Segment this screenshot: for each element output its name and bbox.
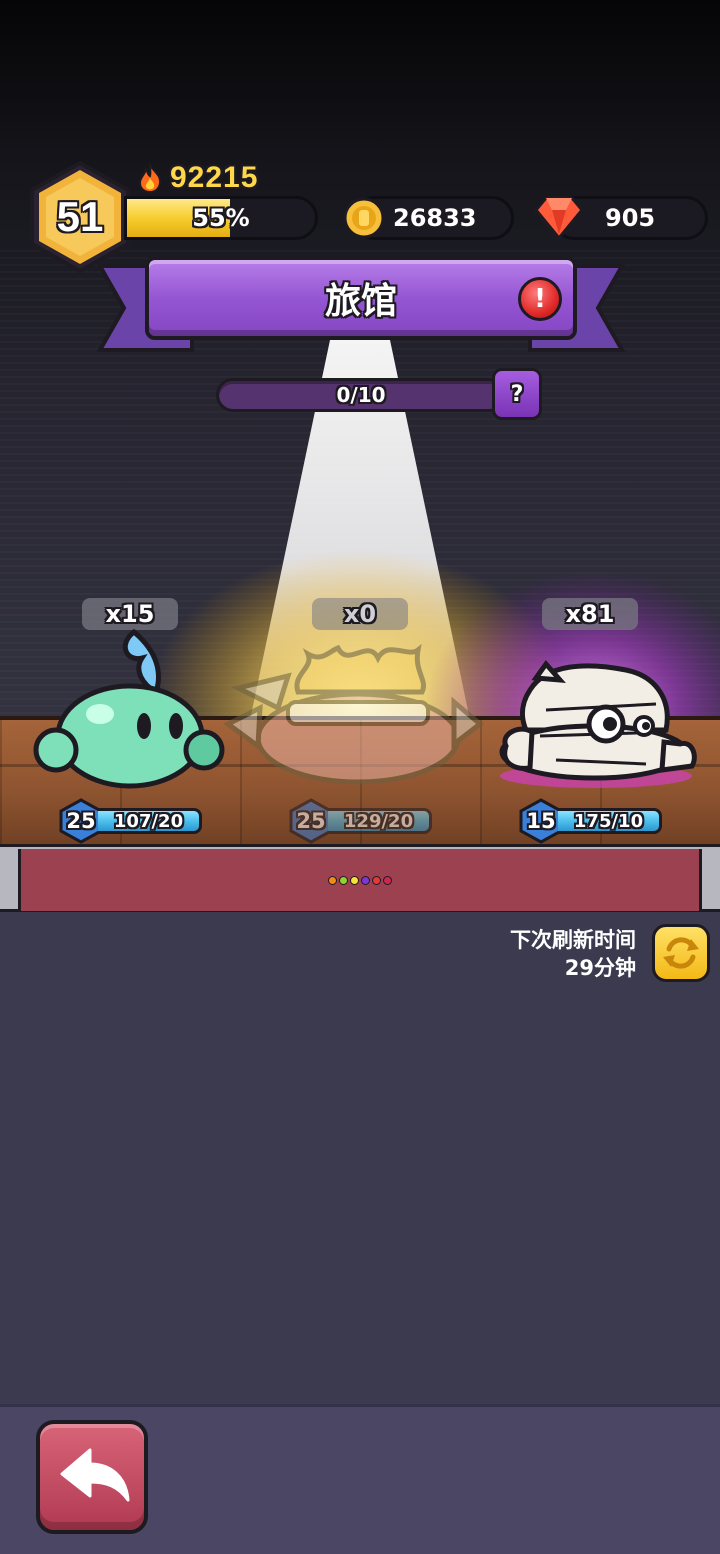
locked-monster[interactable]	[218, 628, 488, 788]
carousel-dots	[328, 876, 392, 885]
monster-stat-value-2: 129/20	[328, 808, 432, 834]
monster-stat-value-1: 107/20	[98, 808, 202, 834]
title-banner: 旅馆	[145, 256, 577, 340]
carousel-dot[interactable]	[361, 876, 370, 885]
xp-progress-bar: 55%	[124, 196, 318, 240]
monster-stat-3: 15 175/10	[518, 798, 664, 844]
alert-button[interactable]: !	[518, 277, 562, 321]
monster-stat-value-3: 175/10	[558, 808, 662, 834]
player-level-badge[interactable]: 51	[28, 160, 132, 274]
refresh-timer: 下次刷新时间 29分钟	[510, 926, 636, 982]
carousel-dot[interactable]	[383, 876, 392, 885]
monster-count-2: x0	[312, 598, 408, 630]
monster-count-3: x81	[542, 598, 638, 630]
power-display: 92215	[136, 160, 258, 196]
help-button[interactable]: ?	[492, 368, 542, 420]
refresh-button[interactable]	[652, 924, 710, 982]
xp-percent-label: 55%	[192, 204, 250, 232]
back-button[interactable]	[36, 1420, 148, 1534]
slime-monster[interactable]	[30, 622, 230, 792]
carousel-dot[interactable]	[339, 876, 348, 885]
refresh-timer-label: 下次刷新时间	[510, 928, 636, 952]
collection-progress-label: 0/10	[336, 383, 386, 407]
carousel-dot[interactable]	[372, 876, 381, 885]
monster-stat-2: 25 129/20	[288, 798, 434, 844]
gems-value: 905	[605, 204, 656, 232]
mummy-monster[interactable]	[486, 660, 700, 790]
coins-value: 26833	[393, 204, 477, 232]
collection-progress-bar: 0/10	[216, 378, 506, 412]
flame-icon	[138, 163, 162, 193]
refresh-timer-value: 29分钟	[564, 956, 636, 980]
ruby-gem-icon	[534, 196, 584, 240]
refresh-arrows-icon	[663, 937, 699, 969]
carousel-dot[interactable]	[350, 876, 359, 885]
monster-stat-1: 25 107/20	[58, 798, 204, 844]
player-level-value: 51	[56, 193, 104, 240]
power-value: 92215	[170, 161, 259, 194]
carousel-dot[interactable]	[328, 876, 337, 885]
back-arrow-icon	[60, 1448, 130, 1502]
gold-coin-icon	[343, 197, 385, 239]
page-title: 旅馆	[324, 281, 397, 322]
exclamation-icon: !	[534, 284, 546, 314]
